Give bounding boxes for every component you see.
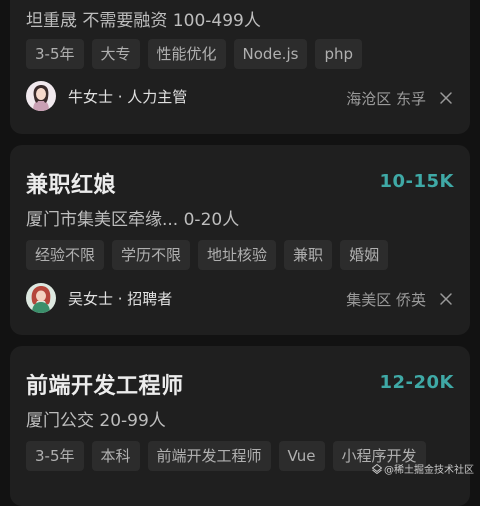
job-location: 集美区 侨英 (346, 289, 426, 310)
tag: 兼职 (284, 240, 332, 270)
salary: 10-15K (379, 171, 454, 192)
tag: Node.js (234, 39, 308, 69)
salary: 12-20K (379, 372, 454, 393)
avatar (26, 81, 56, 111)
tag: 大专 (92, 39, 140, 69)
recruiter[interactable]: 牛女士 · 人力主管 (26, 81, 187, 111)
tag-list: 经验不限 学历不限 地址核验 兼职 婚姻 (26, 240, 388, 270)
job-title: 兼职红娘 (26, 167, 116, 199)
job-location: 海沧区 东孚 (346, 88, 426, 109)
watermark: @稀土掘金技术社区 (372, 461, 474, 476)
tag: 婚姻 (340, 240, 388, 270)
avatar (26, 283, 56, 313)
company-info: 厦门市集美区牵缘... 0-20人 (26, 205, 239, 230)
close-icon[interactable] (438, 90, 454, 106)
recruiter[interactable]: 吴女士 · 招聘者 (26, 283, 172, 313)
tag: 前端开发工程师 (148, 441, 271, 471)
tag-list: 3-5年 大专 性能优化 Node.js php (26, 39, 362, 69)
job-card[interactable]: 前端开发工程师 12-20K 厦门公交 20-99人 3-5年 本科 前端开发工… (10, 346, 470, 506)
job-card[interactable]: 坦重晟 不需要融资 100-499人 3-5年 大专 性能优化 Node.js … (10, 0, 470, 134)
watermark-text: @稀土掘金技术社区 (384, 465, 474, 476)
tag: 3-5年 (26, 441, 84, 471)
job-card[interactable]: 兼职红娘 10-15K 厦门市集美区牵缘... 0-20人 经验不限 学历不限 … (10, 145, 470, 335)
close-icon[interactable] (438, 291, 454, 307)
recruiter-name: 牛女士 · 人力主管 (68, 86, 187, 107)
tag: php (315, 39, 362, 69)
company-info: 厦门公交 20-99人 (26, 406, 166, 431)
tag: 3-5年 (26, 39, 84, 69)
tag: 经验不限 (26, 240, 104, 270)
tag: 地址核验 (198, 240, 276, 270)
company-info: 坦重晟 不需要融资 100-499人 (26, 6, 261, 31)
recruiter-name: 吴女士 · 招聘者 (68, 288, 172, 309)
tag-list: 3-5年 本科 前端开发工程师 Vue 小程序开发 (26, 441, 426, 471)
tag: 本科 (92, 441, 140, 471)
tag: 学历不限 (112, 240, 190, 270)
tag: 性能优化 (148, 39, 226, 69)
juejin-logo-icon (372, 464, 382, 474)
tag: Vue (279, 441, 325, 471)
job-title: 前端开发工程师 (26, 368, 184, 400)
